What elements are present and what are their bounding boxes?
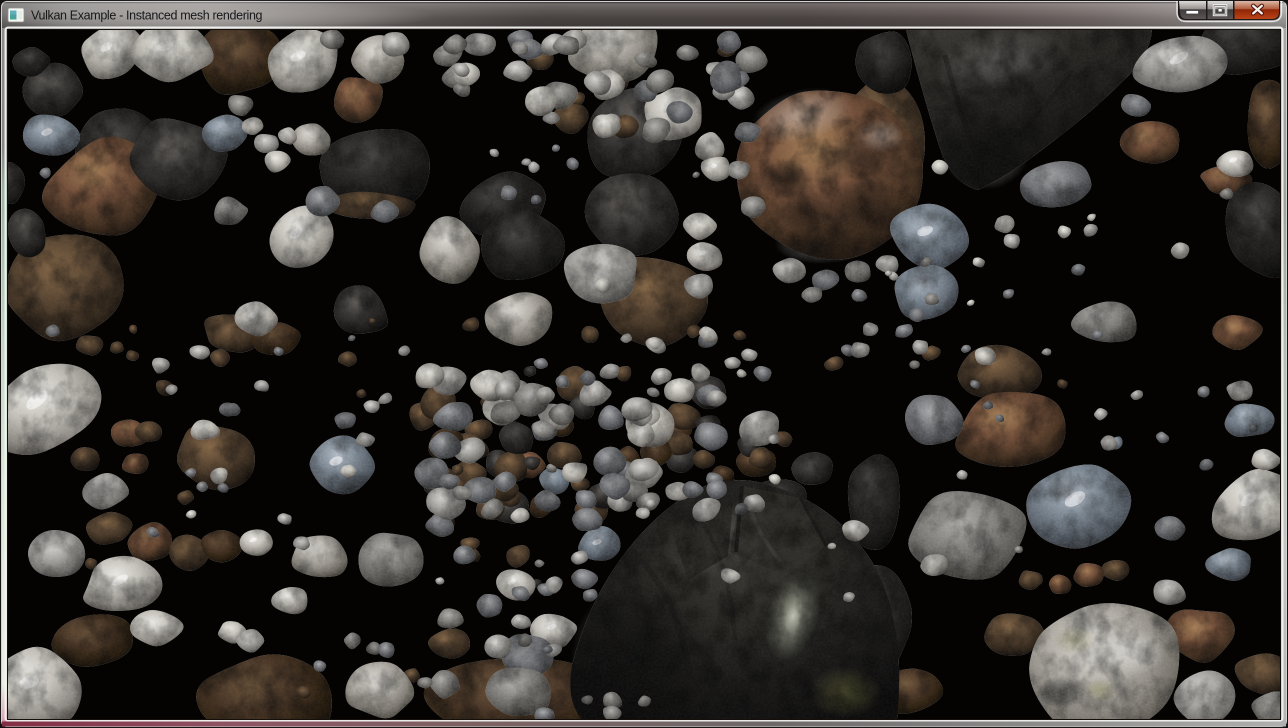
svg-text:Vulkan Example - Instanced mes: Vulkan Example - Instanced mesh renderin…	[31, 9, 263, 23]
